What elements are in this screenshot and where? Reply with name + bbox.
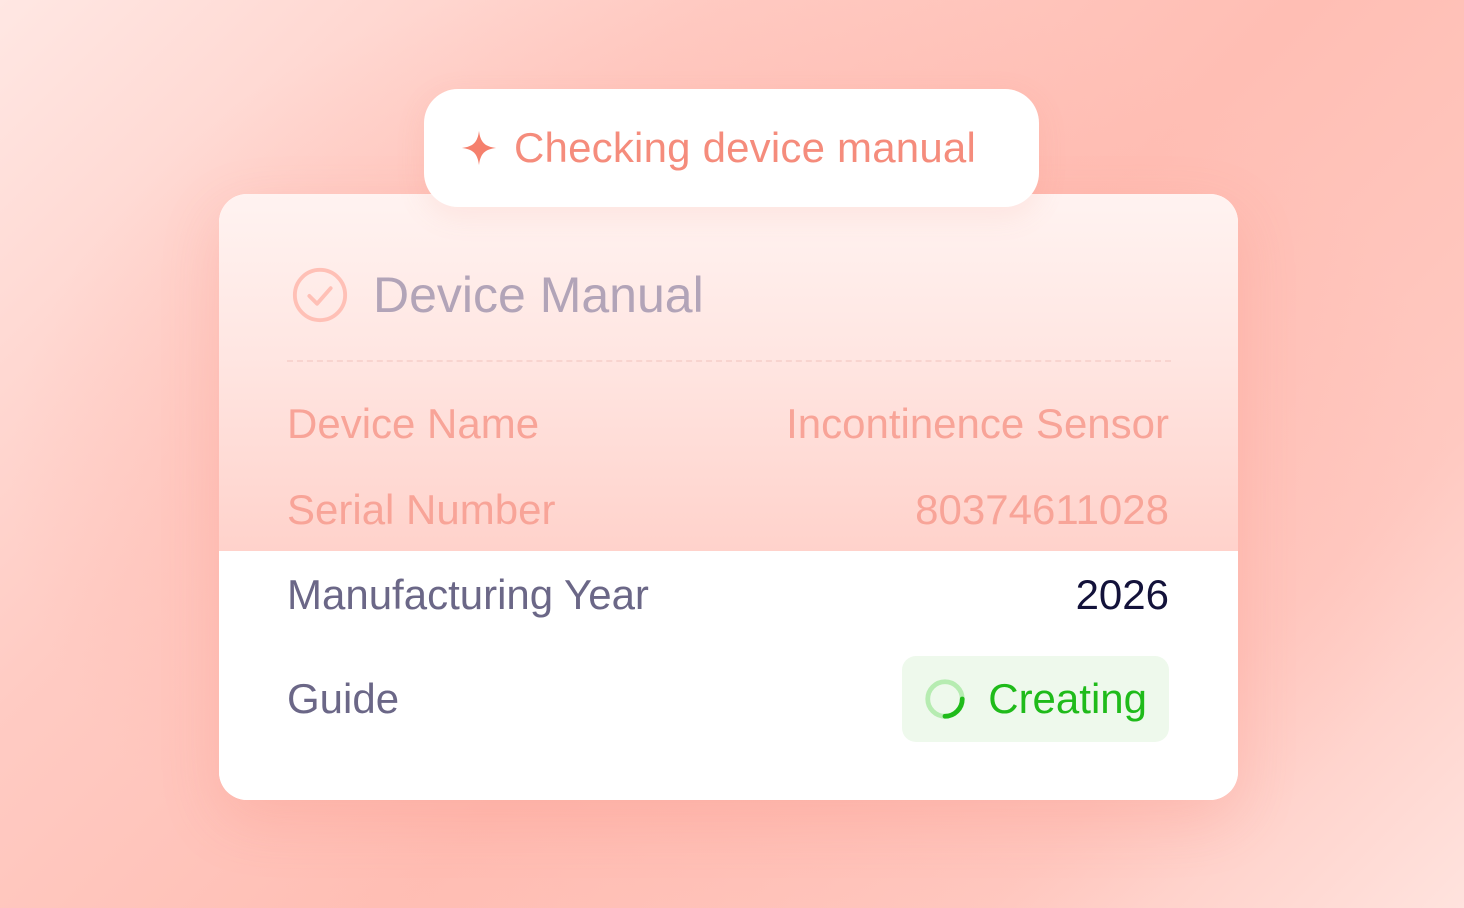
row-value: Incontinence Sensor [786,400,1169,447]
row-value: 80374611028 [915,486,1169,533]
row-label: Serial Number [287,486,556,533]
card-header: Device Manual [291,266,704,324]
row-guide: Guide Creating [287,656,1169,742]
status-badge: Creating [902,656,1169,742]
row-label: Manufacturing Year [287,571,649,618]
status-pill: Checking device manual [424,89,1039,207]
row-label: Guide [287,675,400,722]
row-device-name: Device Name Incontinence Sensor [287,396,1169,452]
row-manufacturing-year: Manufacturing Year 2026 [287,567,1169,623]
divider [287,360,1171,362]
row-value: 2026 [1075,571,1169,618]
card-title: Device Manual [373,267,704,323]
sparkle-icon [461,130,497,166]
check-circle-icon [292,267,348,323]
device-manual-card: Device Manual Device Name Incontinence S… [219,194,1238,800]
status-pill-label: Checking device manual [514,124,976,171]
status-text: Creating [988,675,1147,722]
row-serial-number: Serial Number 80374611028 [287,482,1169,538]
row-label: Device Name [287,400,540,447]
loading-spinner-icon [925,679,965,719]
